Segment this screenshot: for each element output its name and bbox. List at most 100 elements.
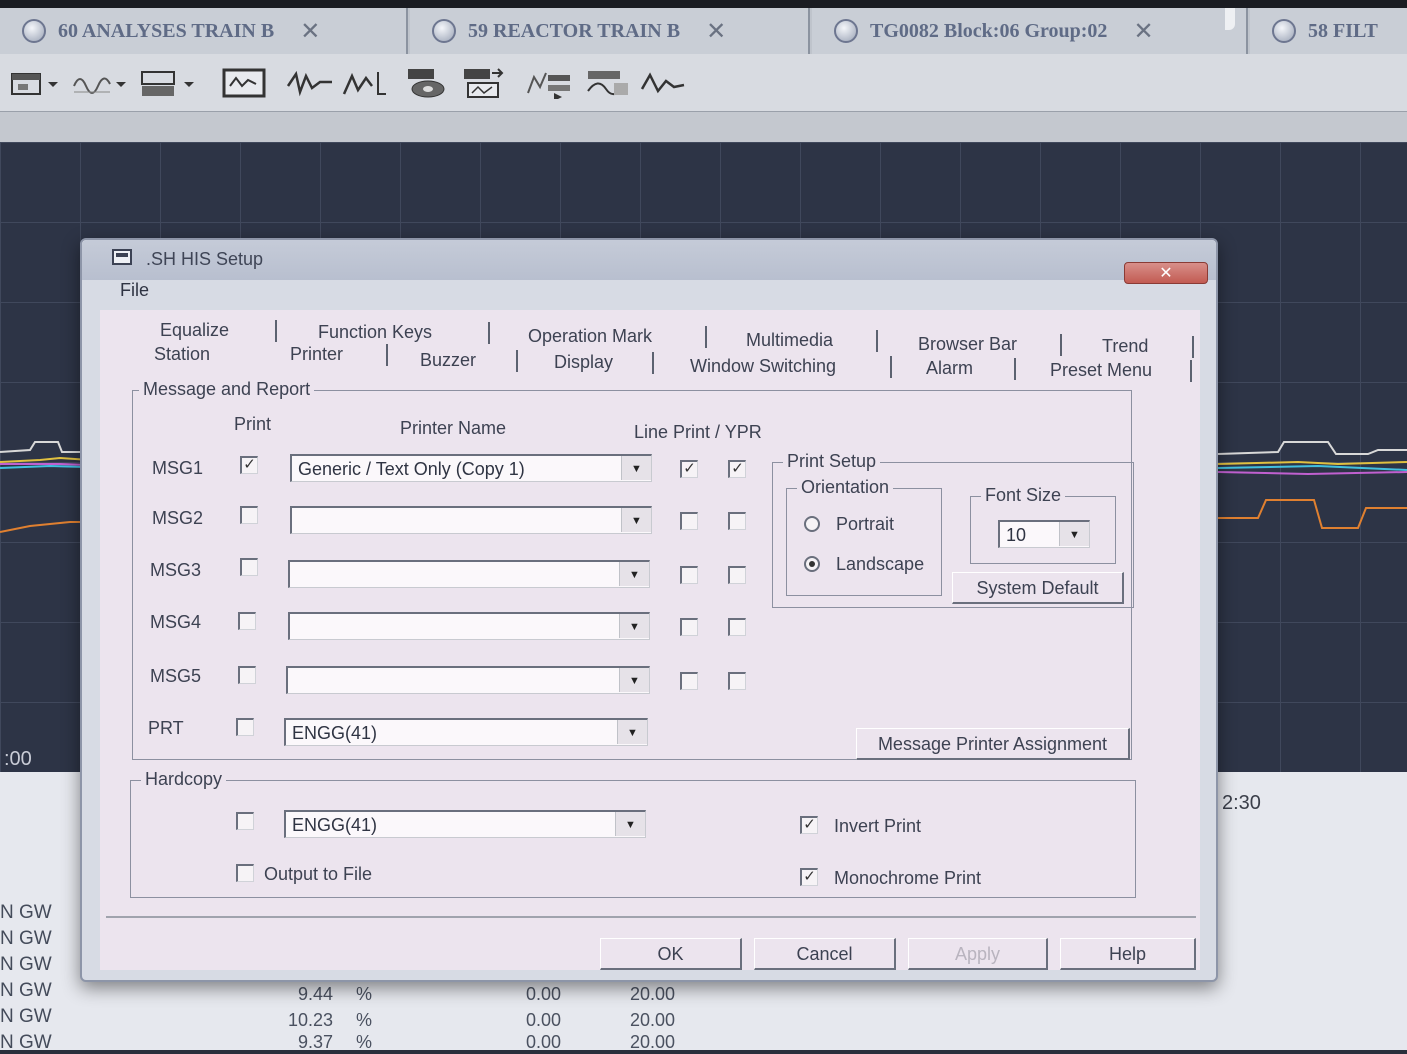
tab-printer[interactable]: Printer	[290, 344, 343, 365]
tag-label: N GW	[0, 1032, 52, 1053]
tab-station[interactable]: Station	[154, 344, 210, 365]
msg2-line-print-checkbox[interactable]	[680, 512, 698, 530]
select-value: ENGG(41)	[292, 815, 378, 835]
disk-trend-icon[interactable]	[404, 66, 454, 100]
output-to-file-checkbox[interactable]	[236, 864, 254, 882]
tab-operation-mark[interactable]: Operation Mark	[528, 326, 652, 347]
row-label: MSG3	[150, 560, 202, 580]
window-tab-tg0082[interactable]: TG0082 Block:06 Group:02 ✕	[812, 8, 1248, 54]
tab-display[interactable]: Display	[554, 352, 613, 373]
tab-multimedia[interactable]: Multimedia	[746, 330, 833, 351]
trend-panel-icon[interactable]	[138, 66, 204, 100]
trend-scale-icon[interactable]	[342, 66, 402, 100]
invert-print-label[interactable]: Invert Print	[834, 816, 921, 837]
chevron-down-icon[interactable]: ▼	[621, 508, 651, 532]
msg2-ypr-checkbox[interactable]	[728, 512, 746, 530]
msg1-print-checkbox[interactable]: ✓	[240, 456, 258, 474]
trend-wave-icon[interactable]	[72, 66, 134, 100]
cancel-button[interactable]: Cancel	[754, 938, 896, 970]
msg3-printer-select[interactable]: ▼	[288, 560, 650, 588]
message-printer-assignment-button[interactable]: Message Printer Assignment	[856, 728, 1130, 760]
msg5-ypr-checkbox[interactable]	[728, 672, 746, 690]
msg4-printer-select[interactable]: ▼	[288, 612, 650, 640]
msg2-print-checkbox[interactable]	[240, 506, 258, 524]
hardcopy-print-checkbox[interactable]	[236, 812, 254, 830]
system-default-button[interactable]: System Default	[952, 572, 1124, 604]
output-to-file-label[interactable]: Output to File	[264, 864, 372, 885]
msg2-printer-select[interactable]: ▼	[290, 506, 652, 534]
tab-close-icon[interactable]: ✕	[706, 17, 726, 45]
chevron-down-icon[interactable]: ▼	[1059, 522, 1089, 546]
chevron-down-icon[interactable]: ▼	[617, 720, 647, 744]
landscape-label[interactable]: Landscape	[836, 554, 924, 575]
dialog-titlebar[interactable]: .SH HIS Setup ✕	[82, 240, 1216, 284]
msg1-line-print-checkbox[interactable]: ✓	[680, 460, 698, 478]
row-high: 20.00	[630, 1010, 676, 1030]
chevron-down-icon[interactable]: ▼	[619, 614, 649, 638]
tab-close-icon[interactable]: ✕	[300, 17, 320, 45]
chevron-down-icon[interactable]: ▼	[619, 562, 649, 586]
tab-close-icon[interactable]: ✕	[1133, 17, 1153, 45]
invert-print-checkbox[interactable]: ✓	[800, 816, 818, 834]
window-tab-analyses[interactable]: 60 ANALYSES TRAIN B ✕	[0, 8, 408, 54]
msg3-ypr-checkbox[interactable]	[728, 566, 746, 584]
trend-line-icon[interactable]	[640, 66, 690, 100]
tab-equalize[interactable]: Equalize	[160, 320, 229, 341]
monochrome-print-label[interactable]: Monochrome Print	[834, 868, 981, 889]
tab-alarm[interactable]: Alarm	[926, 358, 973, 379]
tab-separator	[1060, 334, 1062, 356]
msg4-line-print-checkbox[interactable]	[680, 618, 698, 636]
msg5-line-print-checkbox[interactable]	[680, 672, 698, 690]
msg4-print-checkbox[interactable]	[238, 612, 256, 630]
trend-play-icon[interactable]	[526, 66, 582, 100]
font-size-select[interactable]: 10 ▼	[998, 520, 1090, 548]
tab-separator	[876, 330, 878, 352]
monochrome-print-checkbox[interactable]: ✓	[800, 868, 818, 886]
portrait-label[interactable]: Portrait	[836, 514, 894, 535]
landscape-radio[interactable]	[804, 556, 820, 572]
tab-window-switching[interactable]: Window Switching	[690, 356, 836, 377]
row-low: 0.00	[526, 1010, 562, 1030]
group-title: Message and Report	[139, 379, 315, 400]
row-label: MSG4	[150, 612, 202, 632]
trend-multi-icon[interactable]	[584, 66, 634, 100]
msg1-printer-select[interactable]: Generic / Text Only (Copy 1) ▼	[290, 454, 652, 482]
window-tab-filt[interactable]: 58 FILT	[1250, 8, 1407, 54]
monitor-trend-icon[interactable]	[222, 66, 268, 100]
disk-save-icon[interactable]	[460, 66, 510, 100]
window-tab-reactor[interactable]: 59 REACTOR TRAIN B ✕	[410, 8, 810, 54]
tab-browser-bar[interactable]: Browser Bar	[918, 334, 1017, 355]
prt-print-checkbox[interactable]	[236, 718, 254, 736]
msg3-print-checkbox[interactable]	[240, 558, 258, 576]
portrait-radio[interactable]	[804, 516, 820, 532]
tag-label: N GW	[0, 1006, 52, 1027]
hardcopy-printer-select[interactable]: ENGG(41) ▼	[284, 810, 646, 838]
chevron-down-icon[interactable]: ▼	[621, 456, 651, 480]
msg1-ypr-checkbox[interactable]: ✓	[728, 460, 746, 478]
apply-button[interactable]: Apply	[908, 938, 1048, 970]
help-button[interactable]: Help	[1060, 938, 1196, 970]
tab-trend[interactable]: Trend	[1102, 336, 1148, 357]
row-unit: %	[356, 1010, 373, 1030]
group-title: Print Setup	[783, 451, 881, 472]
msg5-print-checkbox[interactable]	[238, 666, 256, 684]
menu-file[interactable]: File	[120, 280, 149, 301]
msg3-line-print-checkbox[interactable]	[680, 566, 698, 584]
chevron-down-icon[interactable]: ▼	[619, 668, 649, 692]
his-setup-dialog: .SH HIS Setup ✕ File Equalize Function K…	[80, 238, 1218, 982]
prt-printer-select[interactable]: ENGG(41) ▼	[284, 718, 648, 746]
dialog-client-area: Equalize Function Keys Operation Mark Mu…	[100, 310, 1200, 970]
layout-icon[interactable]	[10, 66, 70, 100]
window-tab-icon	[432, 19, 456, 43]
tab-separator	[652, 352, 654, 374]
msg4-ypr-checkbox[interactable]	[728, 618, 746, 636]
tab-buzzer[interactable]: Buzzer	[420, 350, 476, 371]
tab-preset-menu[interactable]: Preset Menu	[1050, 360, 1152, 381]
chevron-down-icon[interactable]: ▼	[615, 812, 645, 836]
tab-function-keys[interactable]: Function Keys	[318, 322, 432, 343]
pen-trend-icon[interactable]	[286, 66, 338, 100]
trend-lines-right	[1218, 441, 1407, 529]
close-button[interactable]: ✕	[1124, 262, 1208, 284]
msg5-printer-select[interactable]: ▼	[286, 666, 650, 694]
ok-button[interactable]: OK	[600, 938, 742, 970]
